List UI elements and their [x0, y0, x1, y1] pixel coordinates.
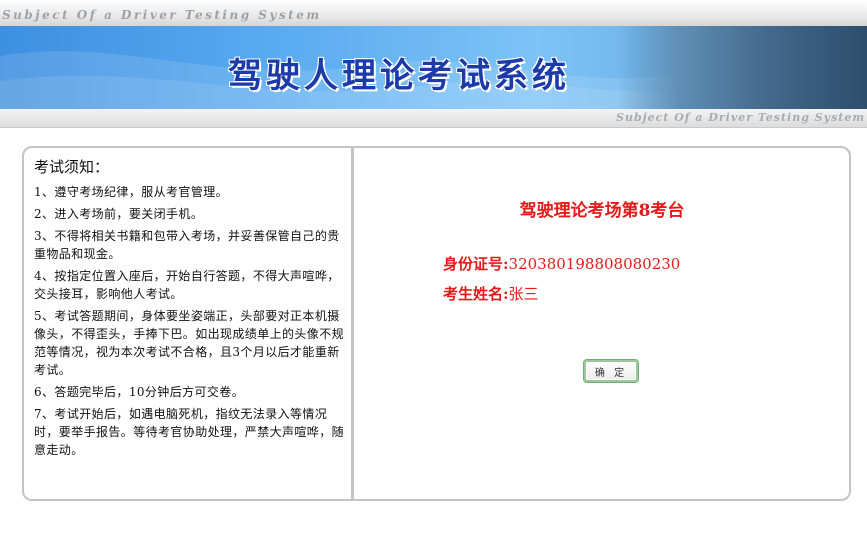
exam-station-title: 驾驶理论考场第8考台 [519, 201, 685, 221]
top-strip: Subject Of a Driver Testing System [0, 0, 867, 26]
notice-rule-6: 6、答题完毕后，10分钟后方可交卷。 [34, 385, 245, 399]
candidate-name-value: 张三 [508, 285, 539, 303]
candidate-name-row: 考生姓名:张三 [443, 283, 539, 304]
candidate-info-panel: 驾驶理论考场第8考台 身份证号:320380198808080230 考生姓名:… [355, 148, 849, 499]
id-number-label: 身份证号: [443, 255, 509, 273]
id-number-row: 身份证号:320380198808080230 [443, 253, 680, 274]
notice-rule-5: 5、考试答题期间，身体要坐姿端正，头部要对正本机摄像头，不得歪头，手捧下巴。如出… [34, 309, 345, 377]
header-subtitle-top: Subject Of a Driver Testing System [2, 8, 322, 22]
confirm-button[interactable]: 确 定 [584, 360, 638, 382]
main-frame: 考试须知： 1、遵守考场纪律，服从考官管理。 2、进入考场前，要关闭手机。 3、… [22, 146, 851, 501]
id-number-value: 320380198808080230 [508, 255, 681, 273]
notice-heading: 考试须知： [34, 158, 110, 176]
header-subtitle-bottom: Subject Of a Driver Testing System [616, 111, 865, 124]
exam-notice-panel: 考试须知： 1、遵守考场纪律，服从考官管理。 2、进入考场前，要关闭手机。 3、… [34, 156, 344, 463]
notice-rule-2: 2、进入考场前，要关闭手机。 [34, 207, 204, 221]
notice-rule-1: 1、遵守考场纪律，服从考官管理。 [34, 185, 229, 199]
notice-rule-4: 4、按指定位置入座后，开始自行答题，不得大声喧哗，交头接耳，影响他人考试。 [34, 269, 340, 301]
bottom-strip: Subject Of a Driver Testing System [0, 109, 867, 128]
header-banner: 驾驶人理论考试系统 [0, 26, 867, 109]
exam-room-photo [617, 26, 867, 109]
system-title: 驾驶人理论考试系统 [228, 56, 570, 96]
candidate-name-label: 考生姓名: [443, 285, 509, 303]
notice-rule-7: 7、考试开始后，如遇电脑死机，指纹无法录入等情况时，要举手报告。等待考官协助处理… [34, 407, 345, 457]
notice-rule-3: 3、不得将相关书籍和包带入考场，并妥善保管自己的贵重物品和现金。 [34, 229, 340, 261]
panel-divider [351, 148, 354, 499]
